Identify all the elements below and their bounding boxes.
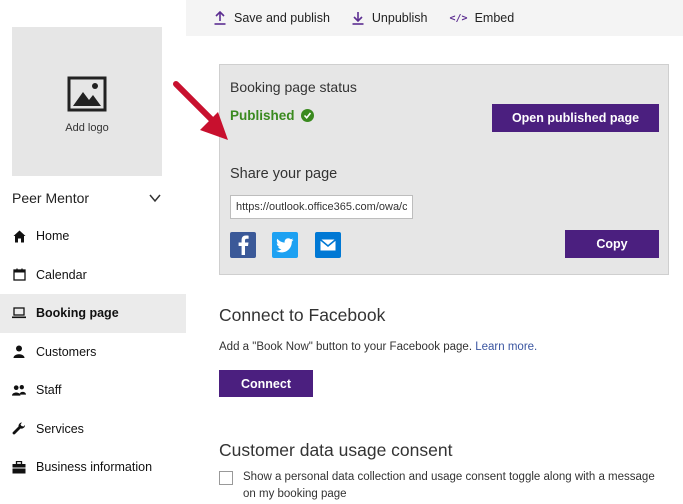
embed-button[interactable]: </> Embed — [450, 11, 515, 25]
image-icon — [67, 76, 107, 111]
sidebar-item-label: Staff — [36, 383, 62, 398]
business-selector[interactable]: Peer Mentor — [12, 187, 162, 209]
mail-icon — [320, 239, 336, 251]
briefcase-icon — [12, 460, 26, 474]
connect-facebook-text: Add a "Book Now" button to your Facebook… — [219, 341, 473, 353]
bookings-app: Add logo Peer Mentor Home Calendar Booki… — [0, 0, 683, 504]
sidebar-item-label: Calendar — [36, 267, 87, 282]
copy-url-button[interactable]: Copy — [565, 230, 659, 258]
consent-checkbox[interactable] — [219, 471, 233, 485]
consent-checkbox-label: Show a personal data collection and usag… — [243, 471, 655, 500]
sidebar-item-booking-page[interactable]: Booking page — [0, 294, 186, 333]
sidebar-item-services[interactable]: Services — [0, 410, 186, 449]
connect-facebook-description: Add a "Book Now" button to your Facebook… — [219, 341, 537, 353]
facebook-icon — [238, 235, 249, 255]
email-share-button[interactable] — [315, 232, 341, 258]
unpublish-label: Unpublish — [371, 11, 428, 25]
connect-facebook-title: Connect to Facebook — [219, 305, 386, 325]
embed-label: Embed — [474, 11, 515, 25]
published-status: Published — [230, 108, 314, 123]
download-icon — [352, 12, 364, 25]
wrench-icon — [12, 422, 26, 436]
sidebar-item-business-information[interactable]: Business information — [0, 448, 186, 487]
checkmark-icon — [300, 109, 314, 122]
sidebar: Add logo Peer Mentor Home Calendar Booki… — [0, 0, 186, 504]
sidebar-item-label: Booking page — [36, 306, 119, 321]
status-panel-title: Booking page status — [230, 79, 357, 95]
business-name: Peer Mentor — [12, 190, 90, 206]
annotation-arrow-icon — [173, 81, 228, 140]
upload-icon — [214, 11, 226, 25]
learn-more-link[interactable]: Learn more. — [475, 341, 537, 353]
consent-option: Show a personal data collection and usag… — [219, 469, 669, 503]
add-logo-label: Add logo — [65, 121, 109, 134]
twitter-share-button[interactable] — [272, 232, 298, 258]
open-published-page-button[interactable]: Open published page — [492, 104, 659, 132]
facebook-share-button[interactable] — [230, 232, 256, 258]
sidebar-item-staff[interactable]: Staff — [0, 371, 186, 410]
sidebar-item-home[interactable]: Home — [0, 217, 186, 256]
calendar-icon — [12, 268, 26, 282]
laptop-icon — [12, 306, 26, 320]
sidebar-item-customers[interactable]: Customers — [0, 333, 186, 372]
save-and-publish-button[interactable]: Save and publish — [214, 11, 330, 25]
booking-status-panel: Booking page status Published Open publi… — [219, 64, 669, 275]
sidebar-item-label: Services — [36, 421, 84, 436]
twitter-icon — [276, 237, 294, 252]
share-url-field[interactable] — [230, 195, 413, 219]
people-icon — [12, 383, 26, 397]
save-and-publish-label: Save and publish — [234, 11, 330, 25]
page-toolbar: Save and publish Unpublish </> Embed — [186, 0, 683, 36]
connect-facebook-button[interactable]: Connect — [219, 370, 313, 397]
chevron-down-icon — [149, 194, 161, 203]
sidebar-item-label: Home — [36, 229, 70, 244]
consent-title: Customer data usage consent — [219, 440, 453, 460]
unpublish-button[interactable]: Unpublish — [352, 11, 428, 25]
sidebar-item-label: Business information — [36, 460, 153, 475]
home-icon — [12, 229, 26, 243]
add-logo-button[interactable]: Add logo — [12, 27, 162, 176]
sidebar-nav: Home Calendar Booking page Customers Sta… — [0, 217, 186, 487]
sidebar-item-calendar[interactable]: Calendar — [0, 256, 186, 295]
share-page-title: Share your page — [230, 166, 338, 182]
person-icon — [12, 345, 26, 359]
code-icon: </> — [449, 12, 468, 24]
sidebar-item-label: Customers — [36, 344, 97, 359]
